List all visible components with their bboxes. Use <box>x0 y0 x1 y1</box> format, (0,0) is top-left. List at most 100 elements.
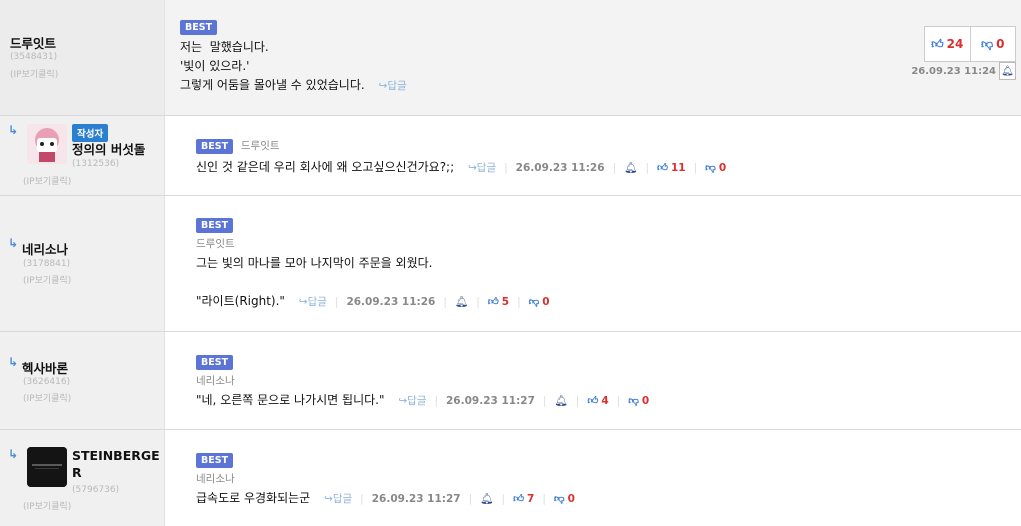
downvote-count: 0 <box>996 37 1005 51</box>
ip-view-link[interactable]: (IP보기클릭) <box>23 499 71 512</box>
comment-date: 26.09.23 11:26 <box>346 295 436 308</box>
author-uid: (5796736) <box>72 485 120 495</box>
reply-arrow-icon: ↳ <box>8 236 19 250</box>
thumbs-up-icon: 👍︎ <box>587 395 599 407</box>
thumbs-up-icon: 👍︎ <box>487 296 499 308</box>
bell-icon[interactable]: 🔔︎ <box>554 394 567 407</box>
downvote-count: 0 <box>641 394 650 407</box>
author-nick[interactable]: 헥사바론 <box>22 358 68 377</box>
ip-view-link[interactable]: (IP보기클릭) <box>23 391 71 404</box>
downvote-button[interactable]: 👎︎ 0 <box>528 295 550 309</box>
upvote-count: 7 <box>527 492 535 505</box>
author-uid: (3626416) <box>23 377 71 387</box>
upvote-count: 5 <box>501 295 510 308</box>
upvote-count: 11 <box>670 161 686 174</box>
thumbs-down-icon: 👎︎ <box>528 296 540 308</box>
comment-row: ↳ 작성자 정의의 버섯돌 (1312536) (IP보기클릭) BEST 드루… <box>0 116 1021 196</box>
reply-button[interactable]: ↪답글 <box>324 491 352 506</box>
ip-view-link[interactable]: (IP보기클릭) <box>23 273 71 286</box>
author-uid: (3178841) <box>23 259 71 269</box>
upvote-button[interactable]: 👍︎ 5 <box>487 295 510 309</box>
upvote-count: 24 <box>946 37 964 51</box>
thumbs-down-icon: 👎︎ <box>553 493 565 505</box>
reply-target[interactable]: 드루잇트 <box>196 236 1001 251</box>
downvote-count: 0 <box>542 295 550 308</box>
downvote-count: 0 <box>718 161 727 174</box>
vote-box: 👍︎ 24 👎︎ 0 <box>924 26 1016 62</box>
comment-row: ↳ STEINBERGE R (5796736) (IP보기클릭) BEST 네… <box>0 430 1021 526</box>
comment-text-line: "라이트(Right)." <box>196 294 285 308</box>
author-nick[interactable]: 정의의 버섯돌 <box>72 139 145 158</box>
downvote-button[interactable]: 👎︎ 0 <box>969 27 1016 61</box>
report-button[interactable]: 🔔︎ <box>999 62 1016 80</box>
avatar[interactable] <box>27 447 67 487</box>
author-nick[interactable]: 드루잇트 <box>10 33 56 52</box>
upvote-button[interactable]: 👍︎ 11 <box>657 161 686 175</box>
upvote-button[interactable]: 👍︎ 7 <box>513 492 535 506</box>
downvote-button[interactable]: 👎︎ 0 <box>705 161 727 175</box>
comment-content: BEST 드루잇트 그는 빛의 마나를 모아 나지막이 주문을 외웠다. "라이… <box>196 217 1001 311</box>
reply-target[interactable]: 네리소나 <box>196 373 1001 388</box>
comment-text-line: 그는 빛의 마나를 모아 나지막이 주문을 외웠다. <box>196 256 433 270</box>
best-badge: BEST <box>196 139 234 154</box>
comment-text: 신인 것 같은데 우리 회사에 왜 오고싶으신건가요?;; <box>196 160 455 174</box>
comment-text: "네, 오른쪽 문으로 나가시면 됩니다." <box>196 393 385 407</box>
thumbs-down-icon: 👎︎ <box>628 395 639 407</box>
comment-date: 26.09.23 11:27 <box>371 492 461 505</box>
upvote-button[interactable]: 👍︎ 4 <box>587 394 609 408</box>
bell-icon[interactable]: 🔔︎ <box>455 295 468 308</box>
avatar[interactable] <box>27 124 67 164</box>
comment-content: BEST 네리소나 "네, 오른쪽 문으로 나가시면 됩니다." ↪답글 | 2… <box>196 354 1001 410</box>
reply-target[interactable]: 드루잇트 <box>241 140 280 152</box>
reply-button[interactable]: ↪답글 <box>379 78 407 93</box>
comment-row: ↳ 헥사바론 (3626416) (IP보기클릭) BEST 네리소나 "네, … <box>0 332 1021 430</box>
comment-row: 드루잇트 (3548431) (IP보기클릭) BEST 저는 말했습니다. '… <box>0 0 1021 116</box>
author-nick[interactable]: 네리소나 <box>22 239 68 258</box>
thumbs-down-icon: 👎︎ <box>705 162 716 174</box>
bell-icon[interactable]: 🔔︎ <box>480 492 493 505</box>
author-uid: (1312536) <box>72 159 120 169</box>
thumbs-up-icon: 👍︎ <box>931 36 944 51</box>
comment-content: BEST 저는 말했습니다. '빛이 있으라.' 그렇게 어둠을 몰아낼 수 있… <box>180 19 1001 95</box>
bell-icon[interactable]: 🔔︎ <box>624 161 637 174</box>
ip-view-link[interactable]: (IP보기클릭) <box>23 174 71 187</box>
reply-button[interactable]: ↪답글 <box>468 160 496 175</box>
downvote-count: 0 <box>567 492 575 505</box>
best-badge: BEST <box>180 20 218 35</box>
author-nick-line[interactable]: R <box>72 465 82 480</box>
bell-icon: 🔔︎ <box>1001 65 1014 77</box>
reply-button[interactable]: ↪답글 <box>299 294 327 309</box>
comment-text: 급속도로 우경화되는군 <box>196 491 311 505</box>
comment-text-line: 그렇게 어둠을 몰아낼 수 있었습니다. <box>180 78 365 92</box>
comment-content: BEST 드루잇트 신인 것 같은데 우리 회사에 왜 오고싶으신건가요?;; … <box>196 139 727 175</box>
comment-author-panel: ↳ 네리소나 (3178841) (IP보기클릭) <box>0 196 165 331</box>
comment-date: 26.09.23 11:24 <box>911 66 996 77</box>
reply-arrow-icon: ↳ <box>8 123 19 137</box>
upvote-count: 4 <box>601 394 609 407</box>
author-nick-line[interactable]: STEINBERGE <box>72 448 160 463</box>
downvote-button[interactable]: 👎︎ 0 <box>628 394 650 408</box>
comment-author-panel: ↳ 작성자 정의의 버섯돌 (1312536) (IP보기클릭) <box>0 116 165 195</box>
reply-arrow-icon: ↳ <box>8 355 19 369</box>
reply-button[interactable]: ↪답글 <box>398 393 426 408</box>
reply-arrow-icon: ↳ <box>8 447 19 461</box>
comment-author-panel: 드루잇트 (3548431) (IP보기클릭) <box>0 0 165 115</box>
comment-row: ↳ 네리소나 (3178841) (IP보기클릭) BEST 드루잇트 그는 빛… <box>0 196 1021 332</box>
thumbs-down-icon: 👎︎ <box>980 36 994 51</box>
comment-text-line: 저는 말했습니다. <box>180 40 269 54</box>
comment-author-panel: ↳ STEINBERGE R (5796736) (IP보기클릭) <box>0 430 165 526</box>
upvote-button[interactable]: 👍︎ 24 <box>925 27 970 61</box>
best-badge: BEST <box>196 453 234 468</box>
comment-content: BEST 네리소나 급속도로 우경화되는군 ↪답글 | 26.09.23 11:… <box>196 452 1001 508</box>
author-uid: (3548431) <box>10 52 58 62</box>
reply-target[interactable]: 네리소나 <box>196 471 1001 486</box>
comment-author-panel: ↳ 헥사바론 (3626416) (IP보기클릭) <box>0 332 165 429</box>
downvote-button[interactable]: 👎︎ 0 <box>553 492 575 506</box>
best-badge: BEST <box>196 355 234 370</box>
best-badge: BEST <box>196 218 234 233</box>
thumbs-up-icon: 👍︎ <box>513 493 525 505</box>
ip-view-link[interactable]: (IP보기클릭) <box>10 67 58 80</box>
comment-text-line: '빛이 있으라.' <box>180 59 250 73</box>
comment-date: 26.09.23 11:26 <box>515 161 605 174</box>
comment-date: 26.09.23 11:27 <box>446 394 535 407</box>
